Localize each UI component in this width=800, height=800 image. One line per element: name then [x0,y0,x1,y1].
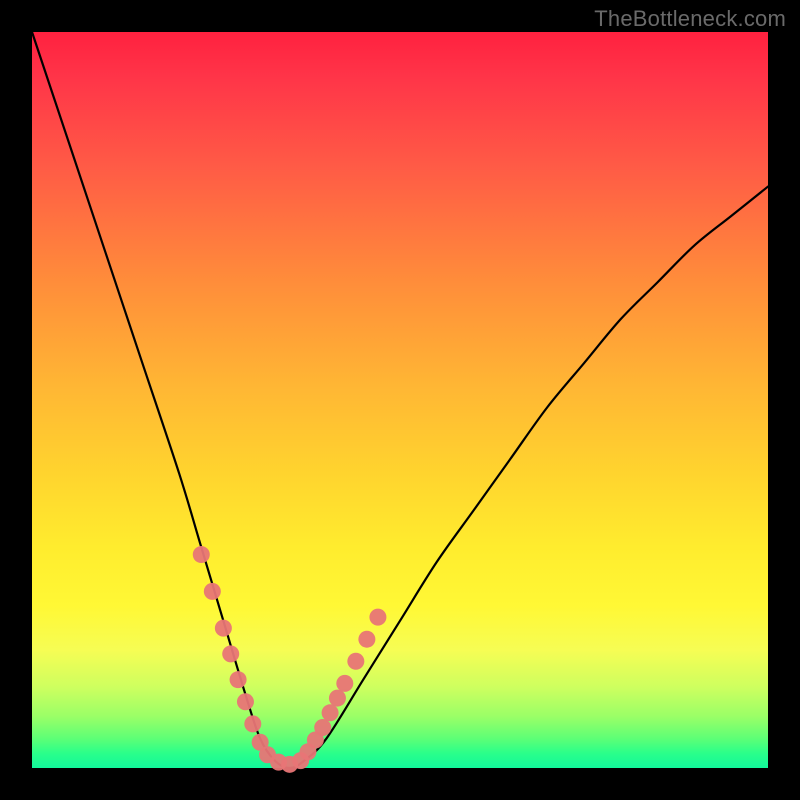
highlighted-point [322,704,339,721]
highlighted-point [336,675,353,692]
highlighted-point [314,719,331,736]
highlighted-point [237,693,254,710]
watermark-text: TheBottleneck.com [594,6,786,32]
highlighted-point [329,690,346,707]
highlighted-point [215,620,232,637]
bottleneck-curve [32,32,768,768]
chart-frame: TheBottleneck.com [0,0,800,800]
highlighted-point [358,631,375,648]
highlighted-point [193,546,210,563]
highlighted-point [204,583,221,600]
highlighted-point [347,653,364,670]
highlighted-points-group [193,546,387,773]
plot-area [32,32,768,768]
highlighted-point [369,609,386,626]
highlighted-point [222,645,239,662]
highlighted-point [230,671,247,688]
highlighted-point [244,715,261,732]
bottleneck-curve-svg [32,32,768,768]
